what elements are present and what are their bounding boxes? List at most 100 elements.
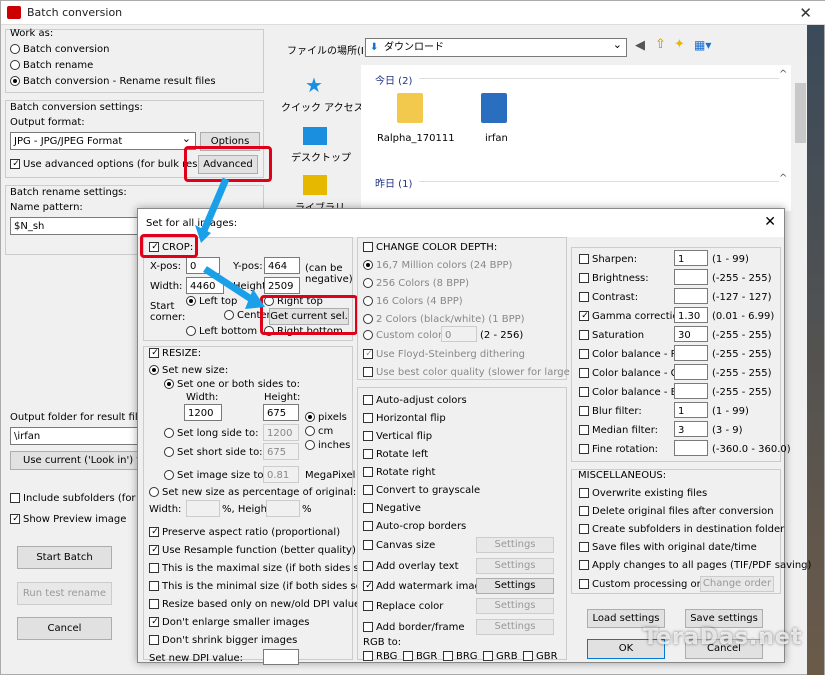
adj-balance-r[interactable]: Color balance - R: bbox=[579, 349, 681, 360]
new-folder-icon[interactable]: ✦ bbox=[674, 37, 685, 52]
opt-preserve-aspect[interactable]: Preserve aspect ratio (proportional) bbox=[149, 527, 340, 538]
start-batch-button[interactable]: Start Batch bbox=[17, 546, 112, 569]
watermark-settings-button[interactable]: Settings bbox=[476, 578, 554, 594]
op-replace-color[interactable]: Replace color bbox=[363, 601, 443, 612]
balance-g-input[interactable] bbox=[674, 364, 708, 380]
misc-custom-order[interactable]: Custom processing order bbox=[579, 579, 717, 590]
balance-b-input[interactable] bbox=[674, 383, 708, 399]
file-item-ralpha[interactable]: Ralpha_170111 bbox=[377, 133, 455, 144]
op-canvas-size[interactable]: Canvas size bbox=[363, 540, 435, 551]
adj-saturation[interactable]: Saturation bbox=[579, 330, 644, 341]
set-short-side-radio[interactable]: Set short side to: bbox=[164, 447, 263, 458]
set-percentage-radio[interactable]: Set new size as percentage of original: bbox=[149, 487, 356, 498]
folder-icon[interactable] bbox=[397, 93, 423, 123]
rgb-bgr[interactable]: BGR bbox=[403, 651, 437, 662]
unit-inches[interactable]: inches bbox=[305, 440, 350, 451]
rgb-rbg[interactable]: RBG bbox=[363, 651, 397, 662]
op-vertical-flip[interactable]: Vertical flip bbox=[363, 431, 432, 442]
short-side-input[interactable]: 675 bbox=[263, 443, 299, 460]
adj-brightness[interactable]: Brightness: bbox=[579, 273, 649, 284]
opt-dont-enlarge[interactable]: Don't enlarge smaller images bbox=[149, 617, 309, 628]
balance-r-input[interactable] bbox=[674, 345, 708, 361]
op-auto-adjust[interactable]: Auto-adjust colors bbox=[363, 395, 467, 406]
output-format-select[interactable]: JPG - JPG/JPEG Format bbox=[10, 130, 196, 150]
radio-batch-rename[interactable]: Batch rename bbox=[10, 60, 93, 71]
unit-cm[interactable]: cm bbox=[305, 426, 333, 437]
set-long-side-radio[interactable]: Set long side to: bbox=[164, 428, 258, 439]
close-icon[interactable]: ✕ bbox=[799, 4, 812, 22]
unit-pixels[interactable]: pixels bbox=[305, 412, 347, 423]
folder-icon-irfan[interactable] bbox=[481, 93, 507, 123]
fine-rotation-input[interactable] bbox=[674, 440, 708, 456]
name-pattern-input[interactable]: $N_sh bbox=[10, 217, 145, 235]
opt-minimal-size[interactable]: This is the minimal size (if both sides … bbox=[149, 581, 370, 592]
misc-all-pages[interactable]: Apply changes to all pages (TIF/PDF savi… bbox=[579, 560, 811, 571]
nav-quick-access[interactable]: クイック アクセス bbox=[281, 99, 364, 114]
op-rotate-right[interactable]: Rotate right bbox=[363, 467, 435, 478]
opt-dpi-based[interactable]: Resize based only on new/old DPI value bbox=[149, 599, 360, 610]
adj-balance-b[interactable]: Color balance - B: bbox=[579, 387, 681, 398]
sharpen-input[interactable]: 1 bbox=[674, 250, 708, 266]
radio-batch-conversion-rename[interactable]: Batch conversion - Rename result files bbox=[10, 76, 216, 87]
change-order-button[interactable]: Change order bbox=[700, 576, 774, 592]
image-size-input[interactable]: 0.81 bbox=[263, 466, 299, 483]
adj-sharpen[interactable]: Sharpen: bbox=[579, 254, 637, 265]
gamma-input[interactable]: 1.30 bbox=[674, 307, 708, 323]
dpi-input[interactable] bbox=[263, 649, 299, 665]
custom-colors-input[interactable]: 0 bbox=[441, 326, 477, 342]
misc-original-date[interactable]: Save files with original date/time bbox=[579, 542, 757, 553]
brightness-input[interactable] bbox=[674, 269, 708, 285]
scrollbar-thumb[interactable] bbox=[795, 83, 806, 143]
misc-delete-originals[interactable]: Delete original files after conversion bbox=[579, 506, 774, 517]
rgb-gbr[interactable]: GBR bbox=[523, 651, 558, 662]
set-image-size-radio[interactable]: Set image size to: bbox=[164, 470, 267, 481]
op-overlay-text[interactable]: Add overlay text bbox=[363, 561, 459, 572]
opt-use-resample[interactable]: Use Resample function (better quality) bbox=[149, 545, 356, 556]
set-new-size-radio[interactable]: Set new size: bbox=[149, 365, 228, 376]
pct-height-input[interactable] bbox=[266, 500, 300, 517]
op-auto-crop[interactable]: Auto-crop borders bbox=[363, 521, 466, 532]
canvas-settings-button[interactable]: Settings bbox=[476, 537, 554, 553]
nav-desktop[interactable]: デスクトップ bbox=[291, 149, 351, 164]
adj-contrast[interactable]: Contrast: bbox=[579, 292, 638, 303]
output-folder-input[interactable]: \irfan bbox=[10, 427, 138, 445]
saturation-input[interactable]: 30 bbox=[674, 326, 708, 342]
rgb-grb[interactable]: GRB bbox=[483, 651, 518, 662]
blur-input[interactable]: 1 bbox=[674, 402, 708, 418]
set-one-or-both-radio[interactable]: Set one or both sides to: bbox=[164, 379, 300, 390]
op-horizontal-flip[interactable]: Horizontal flip bbox=[363, 413, 446, 424]
opt-maximal-size[interactable]: This is the maximal size (if both sides … bbox=[149, 563, 373, 574]
quick-access-icon[interactable]: ★ bbox=[305, 73, 323, 97]
opt-dont-shrink[interactable]: Don't shrink bigger images bbox=[149, 635, 297, 646]
op-rotate-left[interactable]: Rotate left bbox=[363, 449, 428, 460]
resize-height-input[interactable]: 675 bbox=[263, 404, 299, 421]
show-preview-checkbox[interactable]: Show Preview image bbox=[10, 514, 126, 525]
radio-batch-conversion[interactable]: Batch conversion bbox=[10, 44, 110, 55]
op-grayscale[interactable]: Convert to grayscale bbox=[363, 485, 480, 496]
collapse-icon[interactable]: ^ bbox=[779, 69, 787, 80]
pct-width-input[interactable] bbox=[186, 500, 220, 517]
op-watermark[interactable]: Add watermark image bbox=[363, 581, 487, 592]
long-side-input[interactable]: 1200 bbox=[263, 424, 299, 441]
location-select[interactable]: ⬇ ダウンロード bbox=[365, 36, 627, 57]
misc-overwrite[interactable]: Overwrite existing files bbox=[579, 488, 707, 499]
adj-blur[interactable]: Blur filter: bbox=[579, 406, 642, 417]
overlay-settings-button[interactable]: Settings bbox=[476, 558, 554, 574]
contrast-input[interactable] bbox=[674, 288, 708, 304]
resize-width-input[interactable]: 1200 bbox=[184, 404, 222, 421]
use-current-folder-button[interactable]: Use current ('Look in') folder bbox=[10, 451, 138, 470]
replace-color-settings-button[interactable]: Settings bbox=[476, 598, 554, 614]
adj-gamma[interactable]: Gamma correction: bbox=[579, 311, 688, 322]
adj-median[interactable]: Median filter: bbox=[579, 425, 658, 436]
up-folder-icon[interactable]: ⇧ bbox=[655, 37, 666, 52]
rgb-brg[interactable]: BRG bbox=[443, 651, 478, 662]
desktop-icon[interactable] bbox=[303, 127, 327, 145]
cancel-main-button[interactable]: Cancel bbox=[17, 617, 112, 640]
run-test-rename-button[interactable]: Run test rename bbox=[17, 582, 112, 605]
view-menu-icon[interactable]: ▦▾ bbox=[694, 38, 711, 52]
back-icon[interactable]: ◀ bbox=[635, 38, 645, 53]
dialog-close-icon[interactable]: ✕ bbox=[764, 214, 776, 230]
op-border-frame[interactable]: Add border/frame bbox=[363, 622, 465, 633]
collapse-icon-2[interactable]: ^ bbox=[779, 173, 787, 184]
misc-create-subfolders[interactable]: Create subfolders in destination folder bbox=[579, 524, 784, 535]
